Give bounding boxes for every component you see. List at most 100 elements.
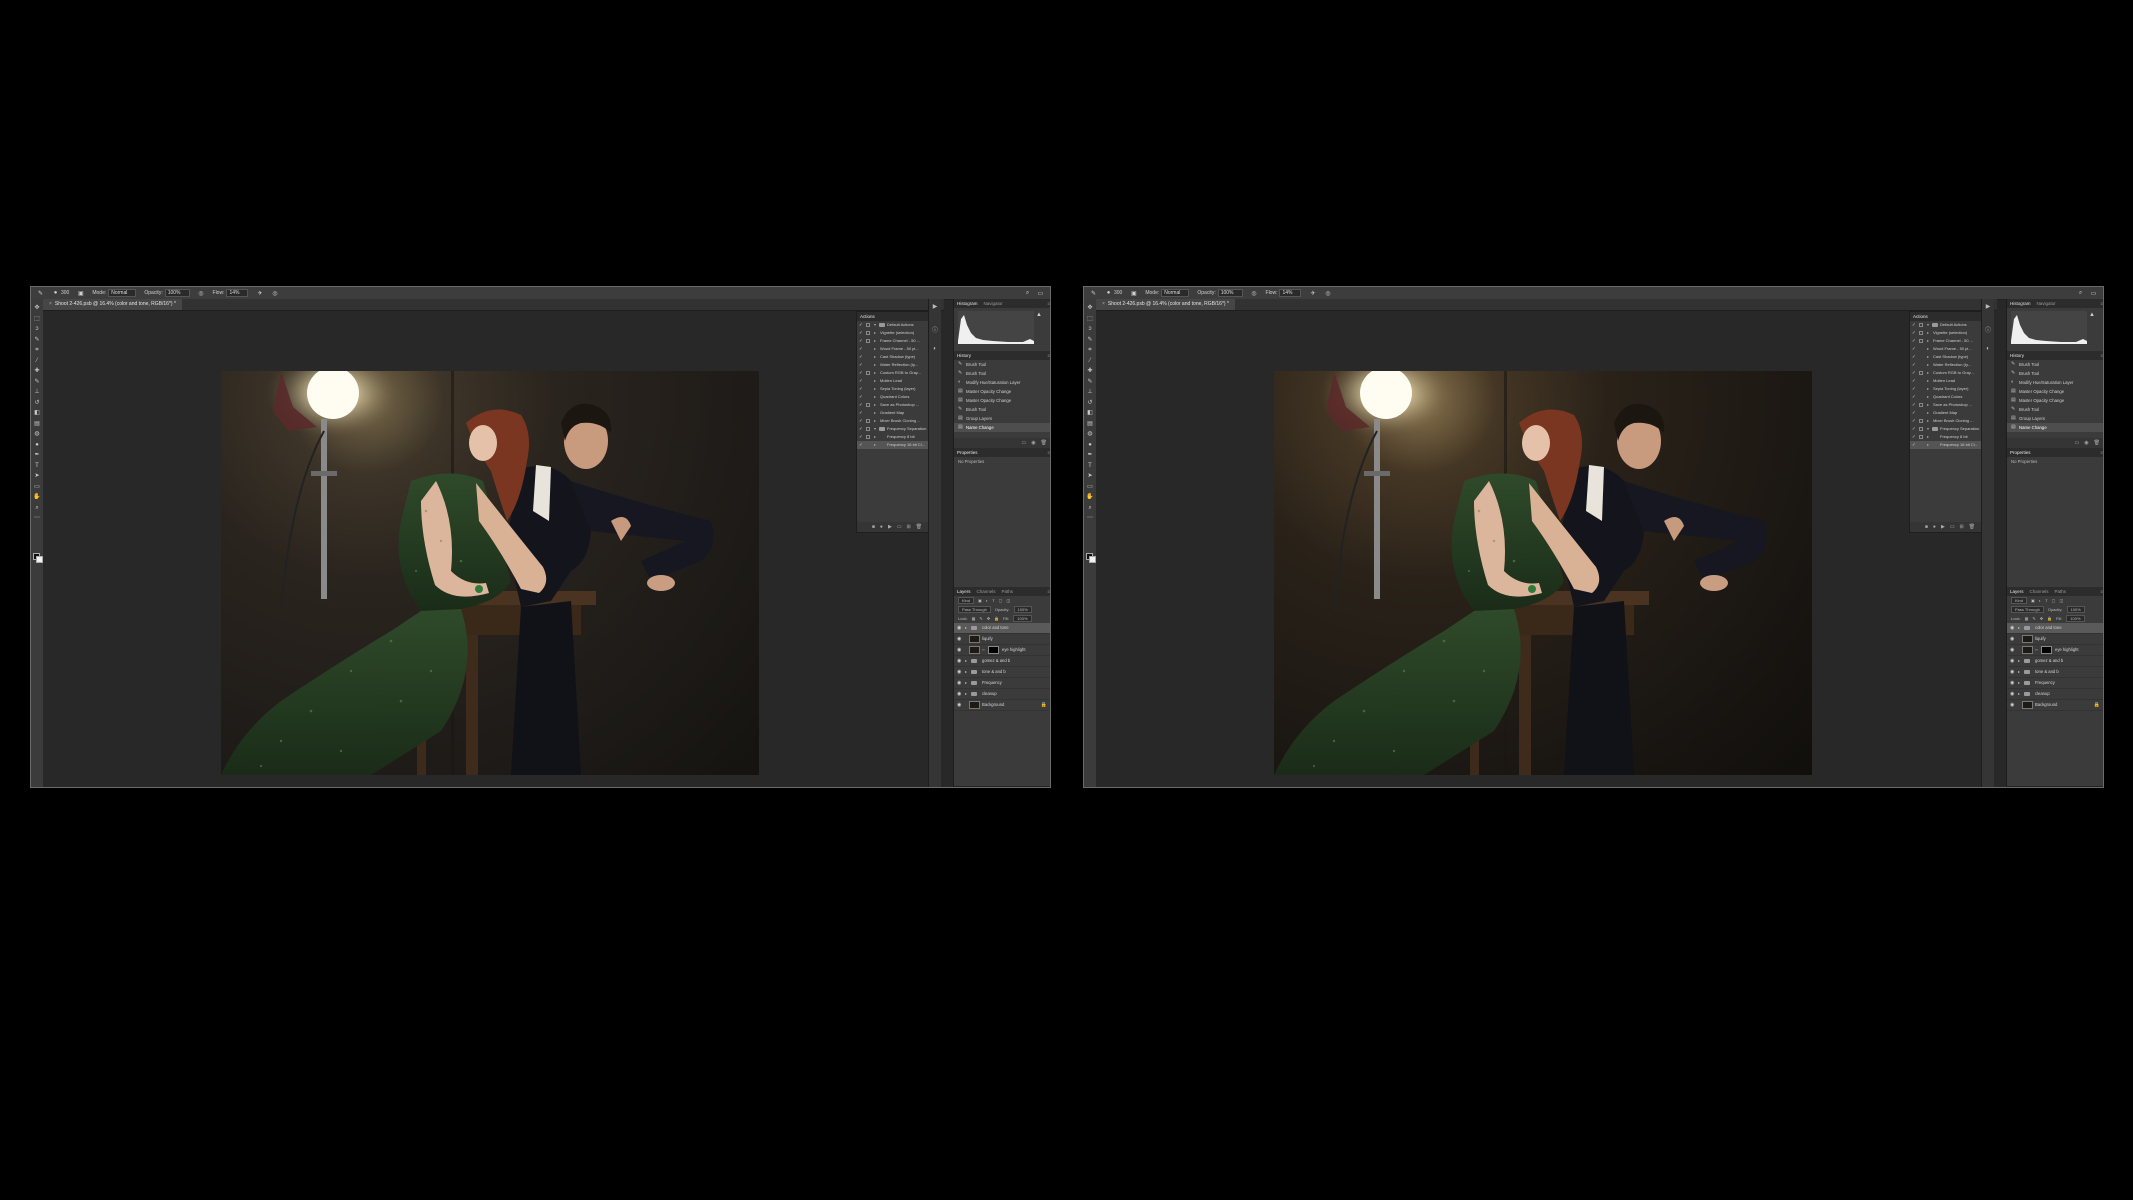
layer-row[interactable]: ◉ ▸ tone & and b [2007,667,2103,678]
layer-mask-thumbnail[interactable] [988,646,999,654]
expand-arrow-icon[interactable]: ▾ [874,425,876,433]
layer-mask-thumbnail[interactable] [2041,646,2052,654]
expand-arrow-icon[interactable]: ▸ [1927,417,1929,425]
action-toggle-check-icon[interactable]: ✓ [1912,369,1916,377]
expand-arrow-icon[interactable]: ▸ [1927,385,1929,393]
dialog-toggle-icon[interactable] [1919,427,1923,431]
marquee-tool-icon[interactable]: ⬚ [1086,316,1094,323]
mode-dropdown[interactable]: Normal [108,289,137,297]
expand-arrow-icon[interactable]: ▸ [874,369,876,377]
history-state[interactable]: ✎ Brush Tool [954,369,1050,378]
visibility-eye-icon[interactable]: ◉ [957,678,961,688]
actions-tab[interactable]: Actions [1913,312,1928,321]
stamp-tool-icon[interactable]: ⊥ [33,389,41,396]
action-toggle-check-icon[interactable]: ✓ [1912,433,1916,441]
dialog-toggle-icon[interactable] [866,323,870,327]
brush-tool-icon[interactable]: ✎ [33,379,41,386]
action-toggle-check-icon[interactable]: ✓ [859,353,863,361]
stop-icon[interactable]: ■ [1925,524,1928,530]
expand-arrow-icon[interactable]: ▸ [1927,353,1929,361]
dialog-toggle-icon[interactable] [1919,435,1923,439]
action-item[interactable]: ✓ ▸ Frame Channel - 50 ... [857,337,937,345]
lock-all-icon[interactable]: 🔒 [994,614,999,623]
trash-icon[interactable]: 🗑 [1969,524,1975,530]
hand-tool-icon[interactable]: ✋ [33,494,41,501]
action-toggle-check-icon[interactable]: ✓ [859,369,863,377]
move-tool-icon[interactable]: ✥ [33,305,41,312]
blur-tool-icon[interactable]: ◍ [33,431,41,438]
tab-paths[interactable]: Paths [2055,587,2067,596]
history-brush-icon[interactable]: ↺ [1086,400,1094,407]
action-item[interactable]: ✓ ▸ Water Reflection (ty... [857,361,937,369]
action-item[interactable]: ✓ ▸ Cast Shadow (type) [857,353,937,361]
panel-menu-icon[interactable]: ≡ [2100,299,2103,308]
shape-tool-icon[interactable]: ▭ [1086,484,1094,491]
expand-arrow-icon[interactable]: ▸ [1927,433,1929,441]
action-toggle-check-icon[interactable]: ✓ [1912,321,1916,329]
move-tool-icon[interactable]: ✥ [1086,305,1094,312]
action-toggle-check-icon[interactable]: ✓ [859,329,863,337]
action-toggle-check-icon[interactable]: ✓ [859,433,863,441]
panel-menu-icon[interactable]: ≡ [2100,587,2103,596]
visibility-eye-icon[interactable]: ◉ [2010,667,2014,677]
expand-arrow-icon[interactable]: ▸ [874,361,876,369]
visibility-eye-icon[interactable]: ◉ [2010,645,2014,655]
trash-icon[interactable]: 🗑 [2094,440,2100,446]
play-action-icon[interactable]: ▶ [1984,303,1992,311]
expand-arrow-icon[interactable]: ▾ [1927,425,1929,433]
panel-menu-icon[interactable]: ≡ [1047,448,1050,457]
actions-tab[interactable]: Actions [860,312,875,321]
brush-panel-icon[interactable]: ▣ [1130,290,1137,297]
shape-tool-icon[interactable]: ▭ [33,484,41,491]
path-select-tool-icon[interactable]: ➤ [33,473,41,480]
trash-icon[interactable]: 🗑 [1041,440,1047,446]
expand-arrow-icon[interactable]: ▸ [1927,393,1929,401]
layer-fill-field[interactable]: 100% [2066,615,2085,622]
expand-arrow-icon[interactable]: ▸ [1927,409,1929,417]
path-select-tool-icon[interactable]: ➤ [1086,473,1094,480]
expand-arrow-icon[interactable]: ▸ [2018,667,2020,677]
expand-arrow-icon[interactable]: ▸ [1927,361,1929,369]
tab-navigator[interactable]: Navigator [2037,299,2056,308]
layer-row[interactable]: ◉ ▸ cleanup [954,689,1050,700]
tab-layers[interactable]: Layers [957,587,971,596]
search-icon[interactable]: ⌕ [2077,290,2084,297]
dialog-toggle-icon[interactable] [1919,323,1923,327]
action-item[interactable]: ✓ ▸ Frame Channel - 50 ... [1910,337,1990,345]
photo-canvas[interactable] [1274,371,1812,775]
camera-icon[interactable]: ◉ [2084,440,2088,446]
expand-arrow-icon[interactable]: ▸ [2018,678,2020,688]
dialog-toggle-icon[interactable] [1919,339,1923,343]
dialog-toggle-icon[interactable] [866,403,870,407]
expand-arrow-icon[interactable]: ▸ [2018,656,2020,666]
visibility-eye-icon[interactable]: ◉ [2010,700,2014,710]
visibility-eye-icon[interactable]: ◉ [957,645,961,655]
history-state[interactable]: ▤ Master Opacity Change [954,396,1050,405]
background-color-swatch[interactable] [36,556,43,563]
expand-arrow-icon[interactable]: ▸ [965,667,967,677]
expand-arrow-icon[interactable]: ▸ [874,409,876,417]
history-state[interactable]: ✎ Brush Tool [954,360,1050,369]
new-set-icon[interactable]: ▭ [1950,524,1955,530]
opacity-field[interactable]: 100% [164,289,190,297]
lock-move-icon[interactable]: ✥ [2040,614,2043,623]
filter-shape-icon[interactable]: ▢ [999,596,1003,605]
tab-paths[interactable]: Paths [1002,587,1014,596]
action-toggle-check-icon[interactable]: ✓ [1912,329,1916,337]
action-toggle-check-icon[interactable]: ✓ [859,385,863,393]
expand-arrow-icon[interactable]: ▸ [1927,337,1929,345]
background-color-swatch[interactable] [1089,556,1096,563]
action-item[interactable]: ✓ ▸ Molten Lead [1910,377,1990,385]
trash-icon[interactable]: 🗑 [916,524,922,530]
action-item[interactable]: ✓▸Frequency 8 bitF8 [857,433,937,441]
action-item[interactable]: ✓ ▸ Wood Frame - 50 pi... [857,345,937,353]
more-tools-icon[interactable]: ⋯ [33,515,41,522]
eyedropper-tool-icon[interactable]: ⁄ [33,358,41,365]
history-state[interactable]: ▤ Name Change [954,423,1050,432]
action-toggle-check-icon[interactable]: ✓ [859,409,863,417]
visibility-eye-icon[interactable]: ◉ [957,656,961,666]
action-item[interactable]: ✓ ▸ Gradient Map [857,409,937,417]
dialog-toggle-icon[interactable] [866,435,870,439]
action-item[interactable]: ✓ ▸ Mixer Brush Cloning ... [1910,417,1990,425]
expand-arrow-icon[interactable]: ▸ [2018,623,2020,633]
